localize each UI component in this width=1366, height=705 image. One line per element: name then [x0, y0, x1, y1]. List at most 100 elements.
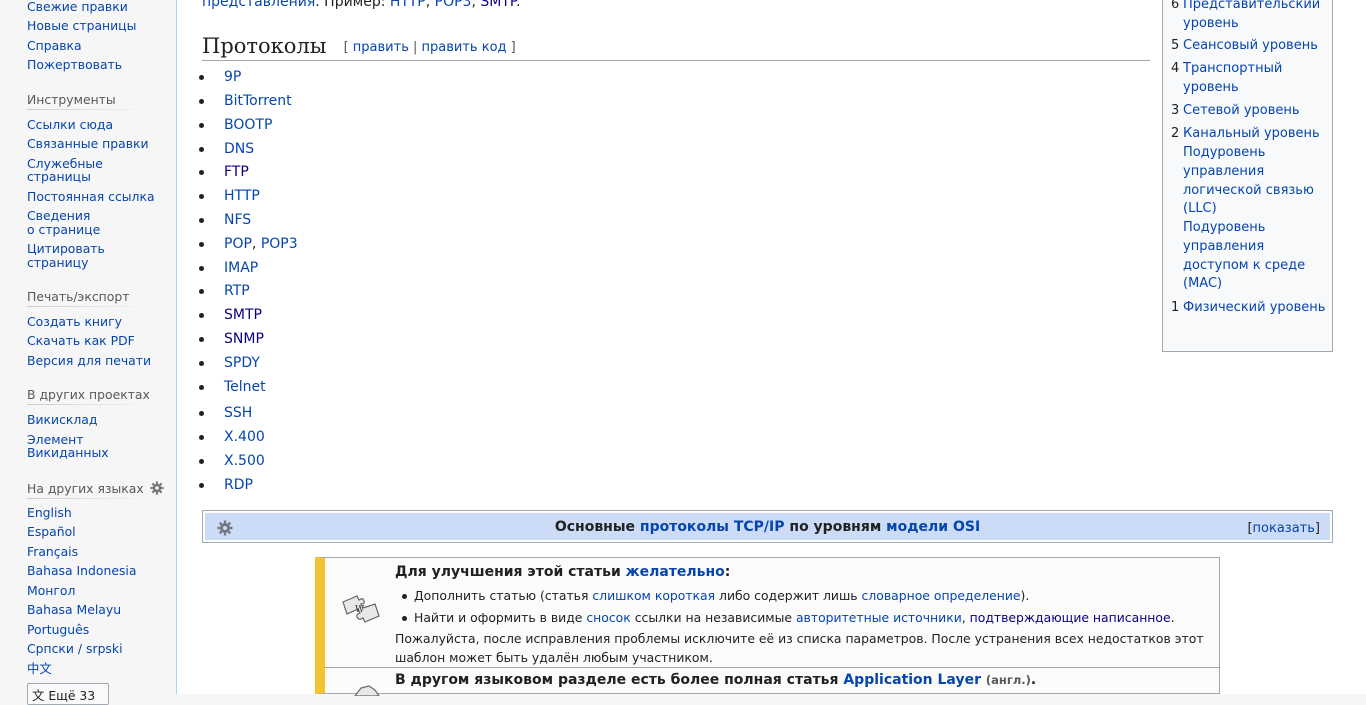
edit-section: [ править | править код ]: [344, 40, 516, 55]
toc-link[interactable]: (LLC): [1183, 199, 1323, 218]
protocol-link[interactable]: BOOTP: [224, 117, 272, 133]
link-reliable-sources[interactable]: авторитетные источники: [796, 610, 962, 625]
protocol-link[interactable]: RTP: [224, 283, 250, 299]
link-footnotes[interactable]: сносок: [586, 610, 630, 625]
link-verifiability[interactable]: подтверждающие написанное: [970, 610, 1171, 625]
link-http[interactable]: HTTP: [390, 0, 426, 10]
protocol-link[interactable]: POP: [224, 236, 252, 252]
protocol-link[interactable]: X.400: [224, 429, 265, 445]
link-tcpip-protocols[interactable]: протоколы TCP/IP: [640, 519, 785, 535]
sidebar-item-page-info[interactable]: Сведения: [27, 209, 90, 223]
sidebar-item-print-version[interactable]: Версия для печати: [27, 354, 151, 368]
sidebar-lang-spanish[interactable]: Español: [27, 525, 76, 539]
toc-link[interactable]: доступом к среде: [1183, 256, 1323, 275]
table-of-contents: 6 Представительский уровень 5 Сеансовый …: [1162, 0, 1333, 352]
protocol-link[interactable]: HTTP: [224, 188, 260, 204]
toc-link[interactable]: Сеансовый уровень: [1183, 36, 1328, 55]
protocol-link[interactable]: NFS: [224, 212, 251, 228]
bullet: [199, 99, 204, 104]
toc-link[interactable]: Физический уровень: [1183, 298, 1328, 317]
list-item: HTTP: [199, 188, 260, 204]
sidebar-lang-serbian[interactable]: Српски / srpski: [27, 642, 123, 656]
sidebar-item-create-book[interactable]: Создать книгу: [27, 315, 122, 329]
interwiki-text: В другом языковом разделе есть более пол…: [395, 672, 844, 688]
sidebar-item-recent-changes[interactable]: Свежие правки: [27, 0, 128, 14]
sidebar-item-wikidata-2[interactable]: Викиданных: [27, 446, 109, 460]
link-application-layer[interactable]: Application Layer: [843, 672, 981, 688]
tools-heading: Инструменты: [27, 92, 116, 107]
toc-link[interactable]: уровень: [1183, 78, 1328, 97]
toc-link[interactable]: уровень: [1183, 14, 1328, 33]
protocol-link[interactable]: DNS: [224, 141, 254, 157]
sidebar-lang-mongolian[interactable]: Монгол: [27, 584, 75, 598]
toc-link[interactable]: Подуровень: [1183, 218, 1323, 237]
list-item: 9P: [199, 69, 241, 85]
list-item: SMTP: [199, 307, 262, 323]
toc-link[interactable]: управления: [1183, 237, 1323, 256]
sidebar-item-related-changes[interactable]: Связанные правки: [27, 137, 149, 151]
show-button[interactable]: показать: [1253, 521, 1315, 536]
link-desirable[interactable]: желательно: [626, 564, 725, 580]
protocol-link[interactable]: SMTP: [224, 307, 262, 323]
divider: [27, 109, 152, 110]
protocol-link[interactable]: Telnet: [224, 379, 266, 395]
protocol-link[interactable]: IMAP: [224, 260, 258, 276]
sidebar-item-cite[interactable]: Цитировать: [27, 242, 105, 256]
sidebar-lang-english[interactable]: English: [27, 506, 72, 520]
toc-link[interactable]: управления: [1183, 162, 1323, 181]
sidebar-item-donate[interactable]: Пожертвовать: [27, 58, 122, 72]
toc-link[interactable]: Подуровень: [1183, 143, 1323, 162]
sidebar-lang-malay[interactable]: Bahasa Melayu: [27, 603, 121, 617]
notice-title-prefix: Для улучшения этой статьи: [395, 564, 626, 580]
sidebar-item-cite-2[interactable]: страницу: [27, 256, 88, 270]
edit-separator: |: [408, 40, 422, 55]
sidebar-item-commons[interactable]: Викисклад: [27, 413, 97, 427]
sidebar-lang-french[interactable]: Français: [27, 545, 78, 559]
sidebar-item-new-pages[interactable]: Новые страницы: [27, 19, 136, 33]
protocol-link[interactable]: FTP: [224, 164, 249, 180]
edit-link[interactable]: править: [353, 40, 409, 55]
link-pop3[interactable]: POP3: [435, 0, 472, 10]
sidebar-item-help[interactable]: Справка: [27, 39, 82, 53]
gear-icon[interactable]: [150, 481, 164, 495]
link-dictionary-definition[interactable]: словарное определение: [862, 588, 1021, 603]
list-sep: ,: [251, 236, 261, 252]
protocol-link[interactable]: X.500: [224, 453, 265, 469]
sidebar-item-download-pdf[interactable]: Скачать как PDF: [27, 334, 135, 348]
toc-link[interactable]: Канальный уровень: [1183, 124, 1328, 143]
more-languages-button[interactable]: 文 Ещё 33: [27, 683, 109, 705]
toc-link[interactable]: Представительский: [1183, 0, 1328, 14]
edit-bracket-open: [: [343, 40, 353, 55]
sidebar-item-permanent-link[interactable]: Постоянная ссылка: [27, 190, 155, 204]
protocol-link[interactable]: SNMP: [224, 331, 264, 347]
protocol-link[interactable]: SPDY: [224, 355, 260, 371]
sidebar-lang-chinese[interactable]: 中文: [27, 662, 52, 676]
protocol-link[interactable]: 9P: [224, 69, 241, 85]
bullet: [402, 594, 407, 599]
toc-link[interactable]: Транспортный: [1183, 59, 1328, 78]
sidebar-item-what-links-here[interactable]: Ссылки сюда: [27, 118, 113, 132]
edit-source-link[interactable]: править код: [422, 40, 507, 55]
list-item: X.500: [199, 453, 265, 469]
sidebar-lang-indonesian[interactable]: Bahasa Indonesia: [27, 564, 136, 578]
link-too-short[interactable]: слишком короткая: [592, 588, 715, 603]
sidebar-item-page-info-2[interactable]: о странице: [27, 223, 100, 237]
toc-link[interactable]: логической связью: [1183, 181, 1323, 200]
intro-end: .: [516, 0, 521, 10]
link-osi-model[interactable]: модели OSI: [886, 519, 980, 535]
sidebar-lang-portuguese[interactable]: Português: [27, 623, 89, 637]
protocol-link[interactable]: BitTorrent: [224, 93, 292, 109]
link-presentation[interactable]: представления: [202, 0, 315, 10]
toc-link[interactable]: (MAC): [1183, 274, 1323, 293]
toc-link[interactable]: Сетевой уровень: [1183, 101, 1328, 120]
list-item: Telnet: [199, 379, 266, 395]
translate-icon: 文: [32, 688, 45, 703]
protocol-link[interactable]: RDP: [224, 477, 253, 493]
list-item: SSH: [199, 405, 252, 421]
sidebar-item-special-pages-2[interactable]: страницы: [27, 170, 91, 184]
link-smtp[interactable]: SMTP: [480, 0, 516, 10]
protocol-link[interactable]: POP3: [261, 236, 298, 252]
navbox-header: Основные протоколы TCP/IP по уровням мод…: [205, 513, 1330, 540]
protocol-link[interactable]: SSH: [224, 405, 252, 421]
navbox-title-prefix: Основные: [554, 519, 640, 535]
